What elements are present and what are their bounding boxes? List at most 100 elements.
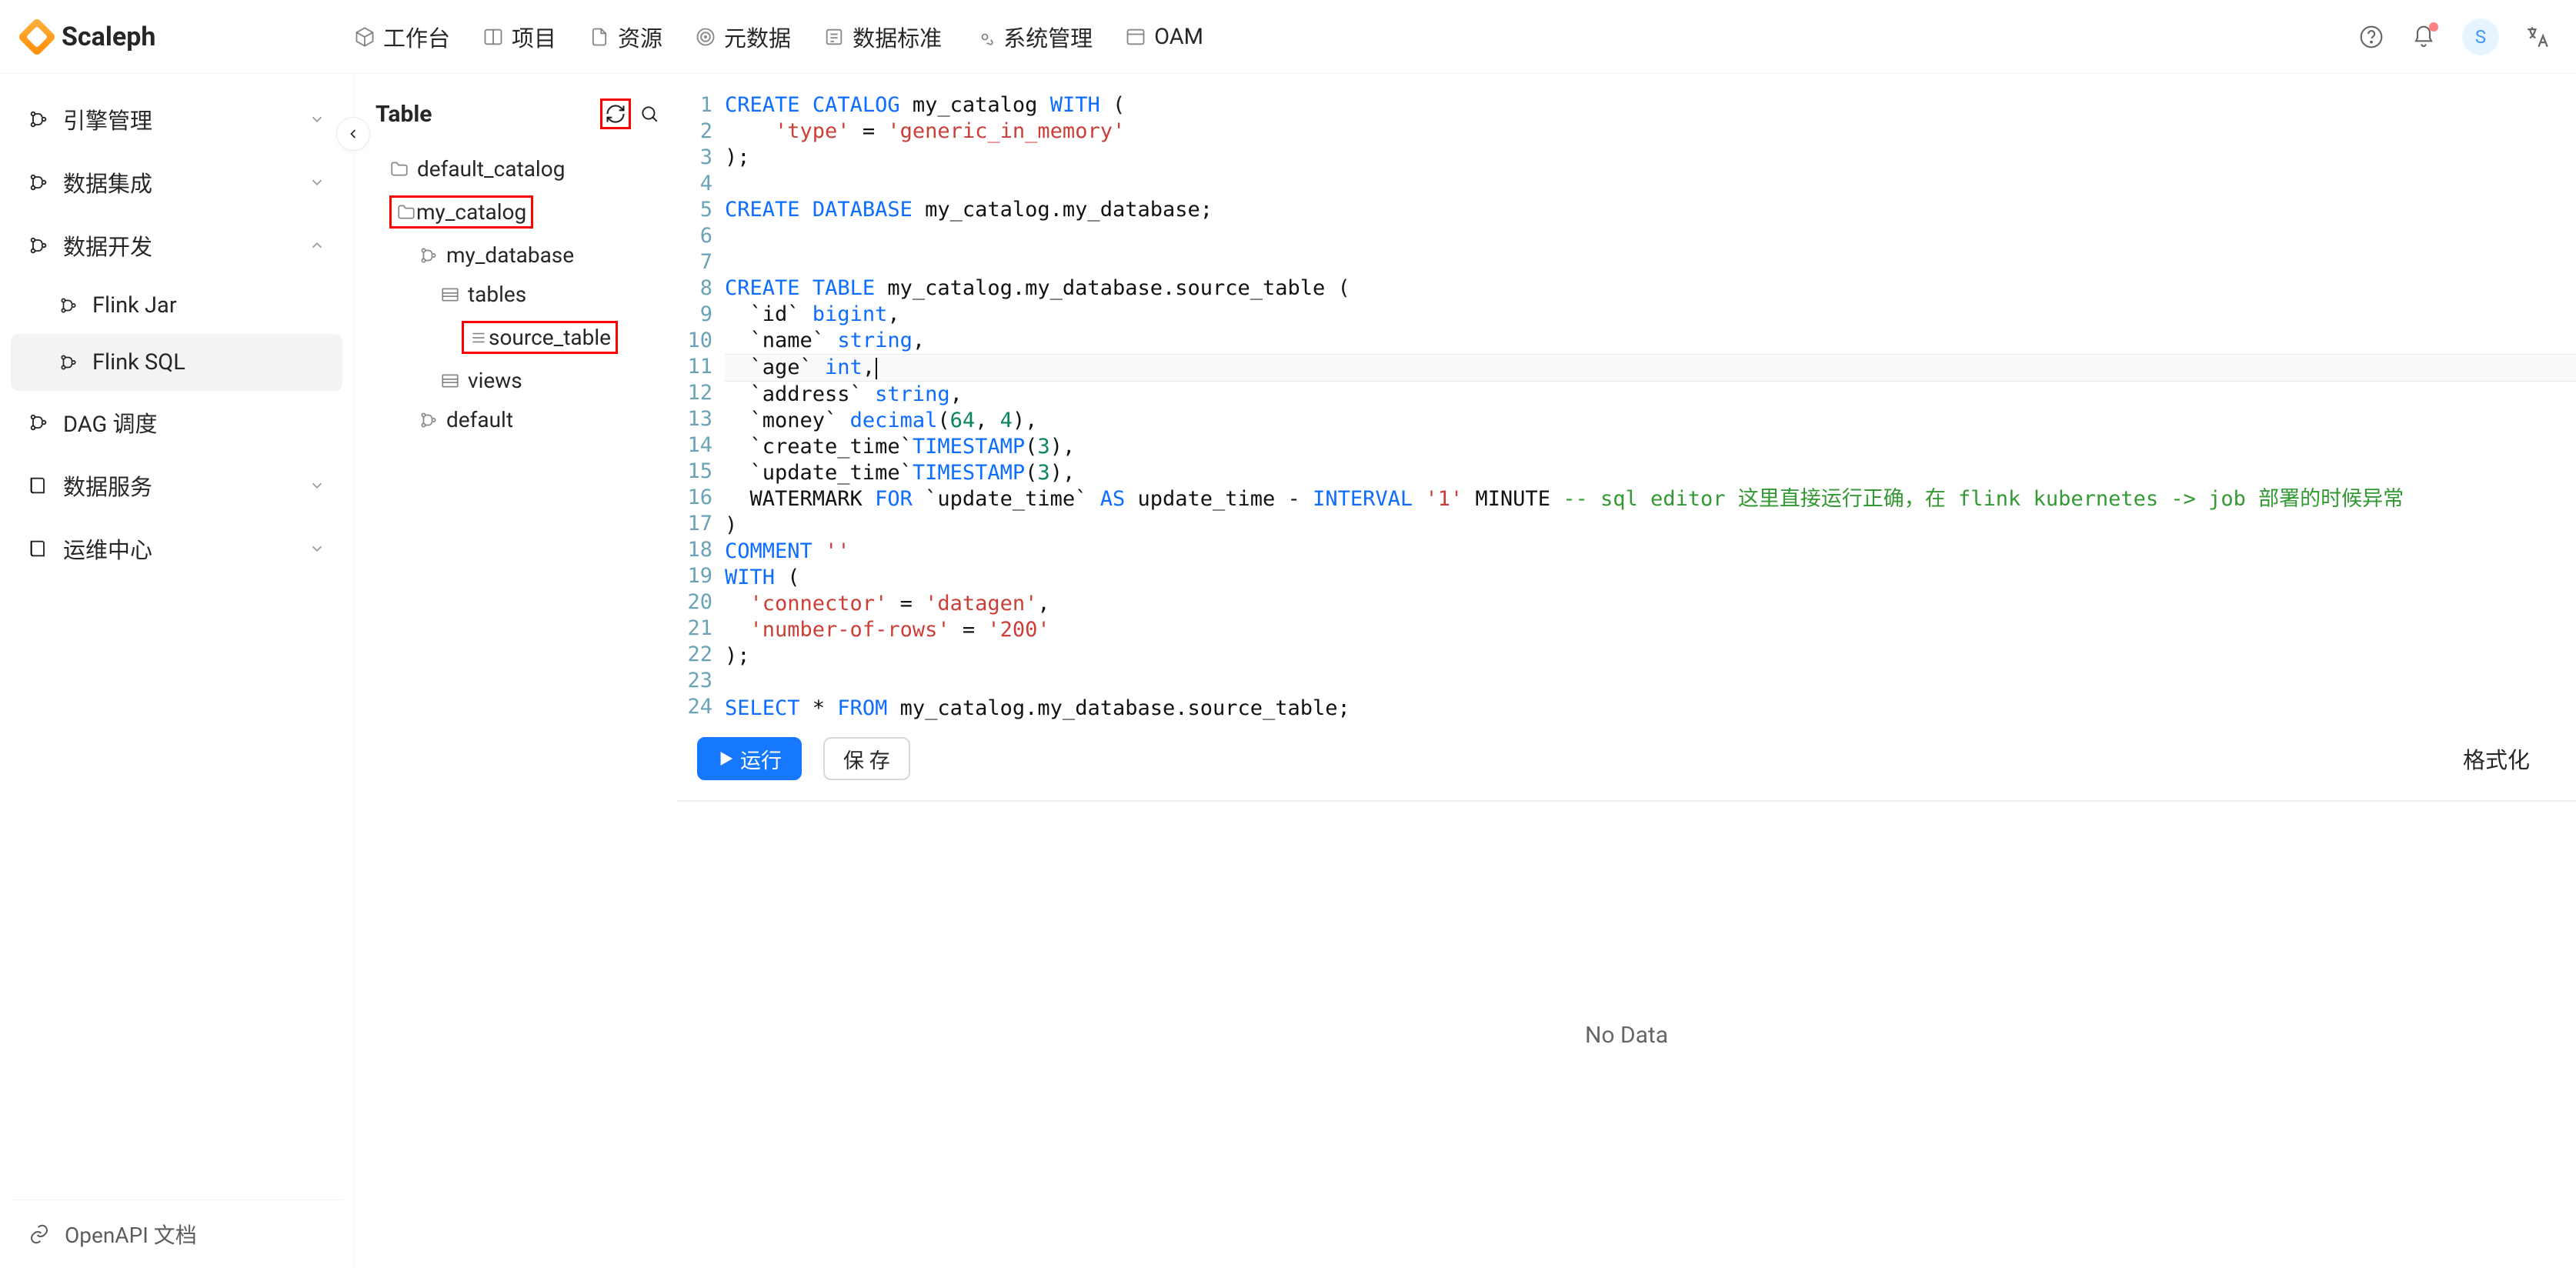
editor-gutter: 123456789101112131415161718192021222324: [677, 92, 725, 722]
sidebar-item-数据集成[interactable]: 数据集成: [11, 151, 342, 214]
editor-area: 123456789101112131415161718192021222324 …: [677, 74, 2576, 1268]
window-icon: [1125, 26, 1146, 48]
cube-icon: [354, 26, 375, 48]
tree-node-label: default: [446, 407, 513, 432]
sidebar-openapi-label: OpenAPI 文档: [65, 1219, 197, 1250]
branch-icon: [28, 538, 49, 559]
brand[interactable]: Scaleph: [23, 22, 354, 52]
tree-node-my_database[interactable]: my_database: [375, 235, 665, 275]
run-button[interactable]: 运行: [697, 737, 802, 780]
sidebar-subitem-Flink Jar[interactable]: Flink Jar: [11, 277, 342, 334]
top-nav-OAM[interactable]: OAM: [1125, 24, 1203, 50]
notifications-icon[interactable]: [2410, 23, 2438, 51]
play-icon: [717, 750, 734, 767]
top-nav-项目[interactable]: 项目: [482, 21, 556, 53]
table-icon: [440, 285, 460, 305]
table-panel: Table default_catalog my_catalog my_databa…: [354, 74, 677, 1268]
sidebar-item-label: DAG 调度: [63, 406, 157, 439]
help-icon[interactable]: [2357, 23, 2385, 51]
branch-icon: [28, 235, 49, 256]
tree-node-views[interactable]: views: [375, 361, 665, 400]
header: Scaleph 工作台项目 资源 元数据 数据标准 系统管理 OAM S: [0, 0, 2576, 74]
table-panel-title: Table: [375, 101, 432, 128]
table-icon: [440, 371, 460, 391]
translate-icon[interactable]: [2524, 23, 2551, 51]
sidebar-collapse-toggle[interactable]: [336, 117, 370, 151]
chevron-down-icon: [309, 111, 325, 128]
refresh-button[interactable]: [600, 98, 631, 129]
chevron-up-icon: [309, 237, 325, 254]
sidebar-item-引擎管理[interactable]: 引擎管理: [11, 88, 342, 151]
top-nav: 工作台项目 资源 元数据 数据标准 系统管理 OAM: [354, 21, 2357, 53]
branch-icon: [28, 172, 49, 193]
top-nav-label: 数据标准: [853, 21, 942, 53]
tree-node-label: views: [468, 368, 522, 393]
tree-node-tables[interactable]: tables: [375, 275, 665, 314]
avatar[interactable]: S: [2462, 18, 2499, 55]
columns-icon: [482, 26, 504, 48]
branch-icon: [28, 412, 49, 433]
folder-icon: [389, 159, 409, 179]
chevron-down-icon: [309, 174, 325, 191]
refresh-icon: [605, 103, 626, 125]
sidebar-item-label: 数据服务: [63, 469, 152, 502]
list-icon: [823, 26, 845, 48]
folder-icon: [396, 202, 416, 222]
tree-node-source_table[interactable]: source_table: [375, 314, 665, 361]
tree-node-label: my_catalog: [416, 199, 526, 225]
branch-icon: [28, 475, 49, 496]
tree-node-my_catalog[interactable]: my_catalog: [375, 189, 665, 235]
tree-node-label: tables: [468, 282, 526, 307]
top-nav-label: OAM: [1154, 24, 1203, 50]
top-nav-系统管理[interactable]: 系统管理: [974, 21, 1093, 53]
sidebar-item-运维中心[interactable]: 运维中心: [11, 517, 342, 580]
branch-icon: [419, 245, 439, 265]
sidebar-openapi-docs[interactable]: OpenAPI 文档: [11, 1200, 342, 1268]
top-nav-数据标准[interactable]: 数据标准: [823, 21, 942, 53]
sql-editor[interactable]: 123456789101112131415161718192021222324 …: [677, 74, 2576, 722]
sidebar-item-数据服务[interactable]: 数据服务: [11, 454, 342, 517]
top-nav-工作台[interactable]: 工作台: [354, 21, 450, 53]
header-actions: S: [2357, 18, 2551, 55]
chevron-down-icon: [309, 540, 325, 557]
brand-logo-icon: [18, 17, 57, 56]
save-button-label: 保 存: [843, 744, 890, 774]
sidebar-item-label: 引擎管理: [63, 103, 152, 135]
avatar-initial: S: [2475, 26, 2486, 48]
rows-icon: [469, 328, 489, 348]
editor-code[interactable]: CREATE CATALOG my_catalog WITH ( 'type' …: [725, 92, 2576, 722]
search-button[interactable]: [634, 98, 665, 129]
brand-name: Scaleph: [62, 22, 155, 52]
sidebar-item-数据开发[interactable]: 数据开发: [11, 214, 342, 277]
result-area: No Data: [677, 802, 2576, 1268]
branch-icon: [28, 108, 49, 130]
format-button[interactable]: 格式化: [2463, 742, 2530, 775]
tree-node-label: default_catalog: [417, 156, 565, 182]
branch-icon: [58, 295, 78, 315]
top-nav-label: 元数据: [724, 21, 791, 53]
top-nav-label: 系统管理: [1003, 21, 1093, 53]
link-icon: [28, 1223, 51, 1246]
chevron-down-icon: [309, 477, 325, 494]
tree-node-default[interactable]: default: [375, 400, 665, 439]
save-button[interactable]: 保 存: [823, 737, 910, 780]
search-icon: [639, 104, 659, 124]
editor-cursor: [876, 358, 877, 379]
sidebar-subitem-Flink SQL[interactable]: Flink SQL: [11, 334, 342, 391]
editor-action-bar: 运行 保 存 格式化: [677, 722, 2576, 796]
tree-node-default_catalog[interactable]: default_catalog: [375, 149, 665, 189]
top-nav-label: 工作台: [383, 21, 450, 53]
sidebar-subitem-label: Flink Jar: [92, 292, 177, 319]
file-icon: [589, 26, 610, 48]
catalog-tree: default_catalog my_catalog my_databasetabl…: [375, 149, 665, 439]
sidebar-subitem-label: Flink SQL: [92, 349, 185, 375]
sidebar: 引擎管理数据集成数据开发 Flink Jar Flink SQL DAG 调度数据服务…: [0, 74, 354, 1268]
branch-icon: [419, 410, 439, 430]
sidebar-item-label: 数据集成: [63, 166, 152, 199]
sidebar-item-DAG 调度[interactable]: DAG 调度: [11, 391, 342, 454]
notification-dot-icon: [2429, 22, 2438, 32]
top-nav-资源[interactable]: 资源: [589, 21, 662, 53]
top-nav-label: 资源: [618, 21, 662, 53]
sidebar-item-label: 运维中心: [63, 532, 152, 565]
top-nav-元数据[interactable]: 元数据: [695, 21, 791, 53]
